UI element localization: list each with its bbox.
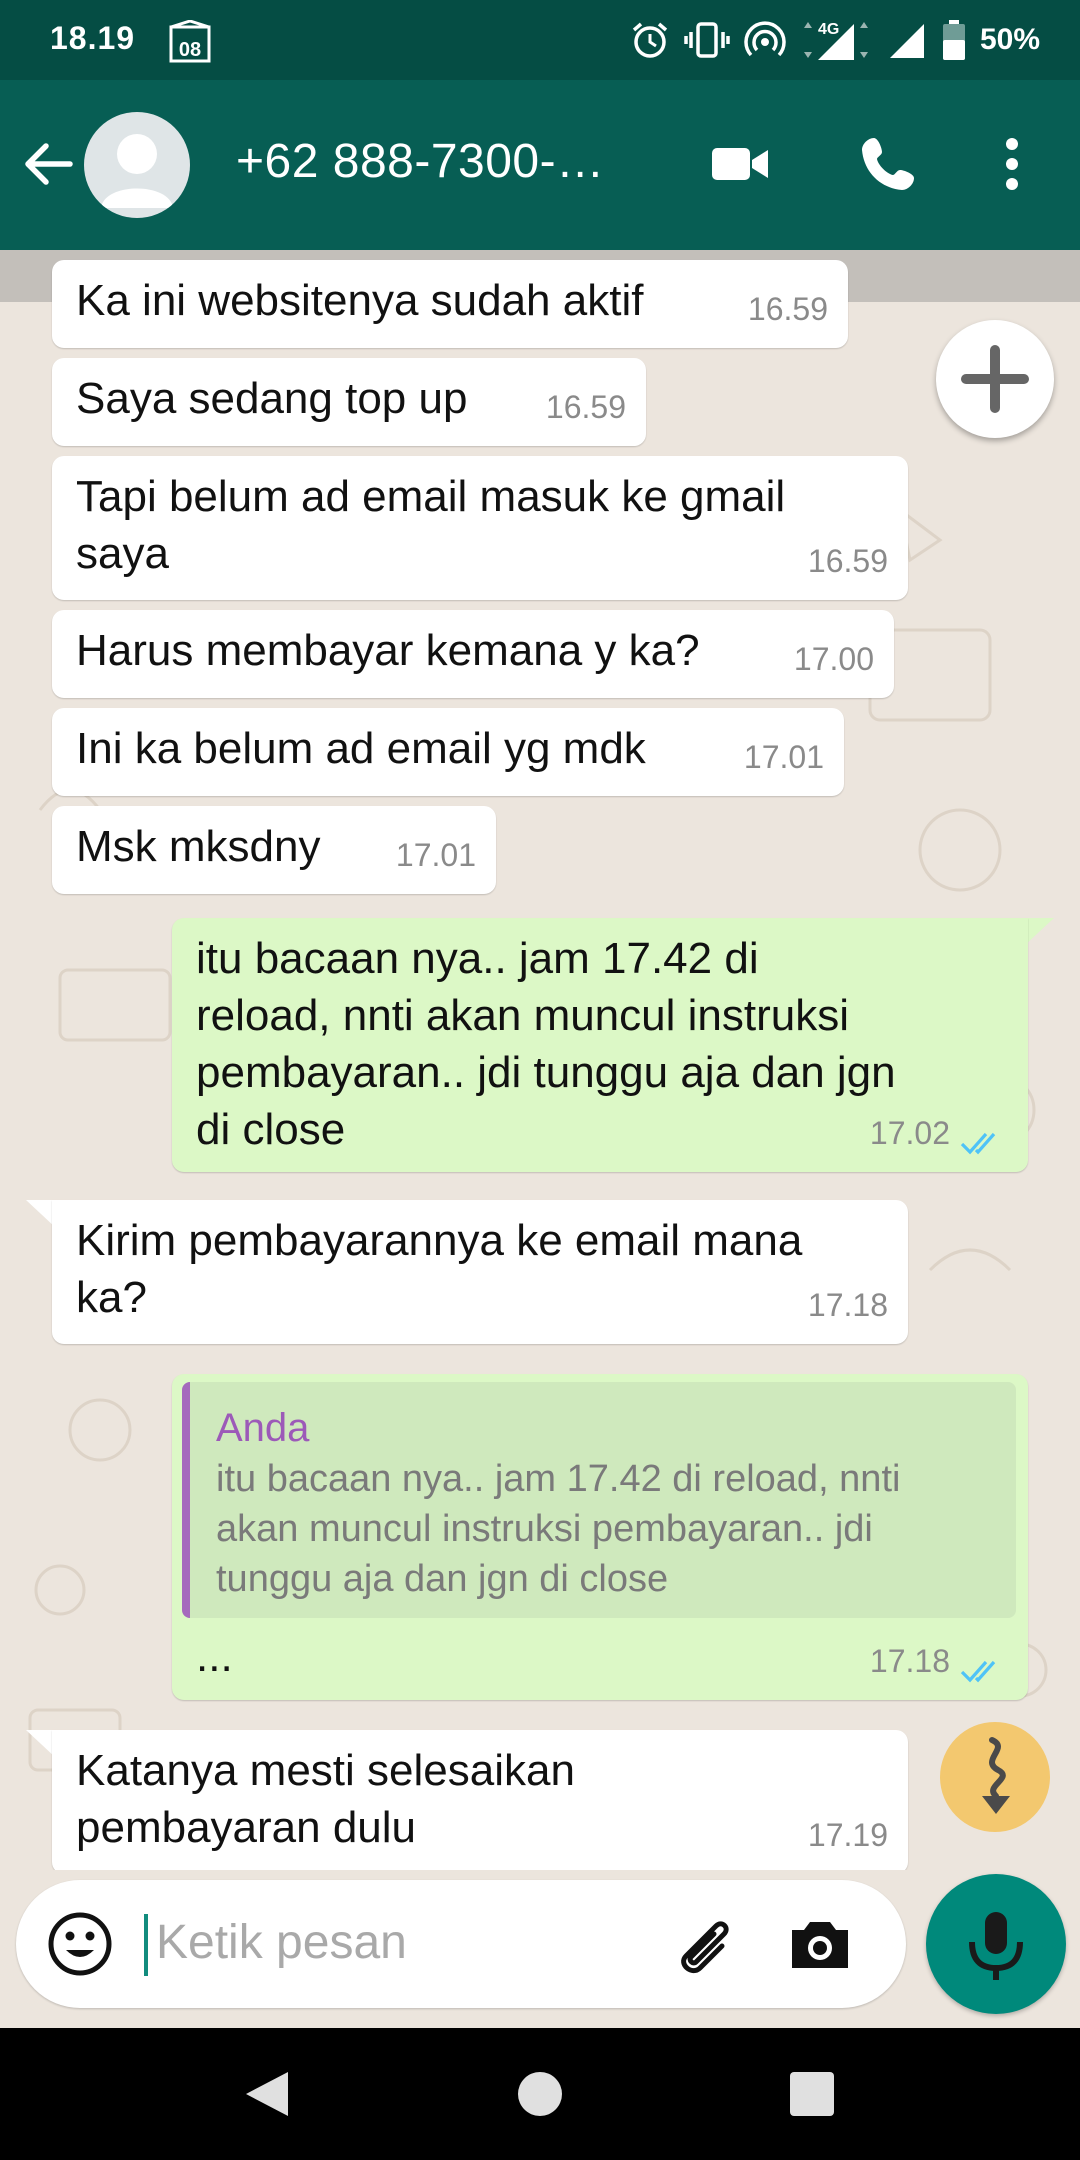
plus-icon: [961, 345, 1029, 413]
quote-bar: [182, 1382, 190, 1618]
message-time: 17.18: [807, 1287, 888, 1323]
voice-call-icon[interactable]: [856, 132, 920, 196]
contact-name[interactable]: +62 888-7300-…: [236, 134, 605, 189]
message-text: itu bacaan nya.. jam 17.42 di reload, nn…: [196, 934, 896, 1154]
contact-avatar[interactable]: [84, 112, 190, 218]
message-incoming[interactable]: Tapi belum ad email masuk ke gmail saya …: [52, 456, 908, 600]
message-text: Ka ini websitenya sudah aktif: [76, 276, 644, 325]
message-time: 17.18: [869, 1643, 950, 1679]
microphone-icon: [969, 1912, 1023, 1980]
paperclip-icon[interactable]: [668, 1906, 744, 1982]
message-text: Msk mksdny: [76, 822, 321, 871]
message-incoming[interactable]: Ka ini websitenya sudah aktif 16.59: [52, 260, 848, 348]
alarm-icon: [632, 22, 668, 58]
status-bar: 18.19 08 4G 50%: [0, 0, 1080, 80]
message-incoming[interactable]: Kirim pembayarannya ke email mana ka? 17…: [52, 1200, 908, 1344]
add-button[interactable]: [936, 320, 1054, 438]
message-incoming[interactable]: Harus membayar kemana y ka? 17.00: [52, 610, 894, 698]
message-time: 17.00: [793, 641, 874, 677]
more-options-icon[interactable]: [980, 132, 1044, 196]
message-time: 17.19: [807, 1817, 888, 1853]
message-text: Tapi belum ad email masuk ke gmail saya: [76, 472, 786, 578]
message-text: Ini ka belum ad email yg mdk: [76, 724, 646, 773]
message-input-bar: [16, 1880, 906, 2008]
calendar-day: 08: [179, 39, 201, 61]
camera-icon[interactable]: [786, 1910, 854, 1978]
quote-author: Anda: [216, 1406, 310, 1450]
message-time: 17.02: [869, 1115, 950, 1151]
message-input[interactable]: [156, 1910, 656, 1974]
message-time: 17.01: [395, 837, 476, 873]
navigation-bar: [0, 2028, 1080, 2160]
message-text: ...: [196, 1632, 233, 1681]
emoji-icon[interactable]: [46, 1910, 114, 1978]
nav-back-icon[interactable]: [238, 2064, 298, 2124]
message-text: Katanya mesti selesaikan pembayaran dulu: [76, 1746, 575, 1852]
battery-icon: [942, 20, 965, 60]
message-outgoing[interactable]: itu bacaan nya.. jam 17.42 di reload, nn…: [172, 918, 1028, 1172]
message-text: Kirim pembayarannya ke email mana ka?: [76, 1216, 803, 1322]
hotspot-icon: [744, 21, 786, 57]
nav-home-icon[interactable]: [510, 2064, 570, 2124]
quote-text: itu bacaan nya.. jam 17.42 di reload, nn…: [216, 1458, 901, 1600]
chat-header: +62 888-7300-…: [0, 80, 1080, 250]
chat-area[interactable]: Ka ini websitenya sudah aktif 16.59 Saya…: [0, 250, 1080, 1870]
status-time: 18.19: [50, 20, 136, 56]
scroll-to-bottom-button[interactable]: [940, 1722, 1050, 1832]
battery-level: 50%: [979, 23, 1040, 56]
scroll-down-icon: [982, 1737, 1010, 1814]
nav-recents-icon[interactable]: [782, 2064, 842, 2124]
message-text: Saya sedang top up: [76, 374, 468, 423]
message-incoming[interactable]: Ini ka belum ad email yg mdk 17.01: [52, 708, 844, 796]
signal-4g-icon: 4G: [803, 21, 868, 60]
voice-message-button[interactable]: [926, 1874, 1066, 2014]
message-time: 16.59: [807, 543, 888, 579]
calendar-icon: 08: [169, 20, 211, 63]
message-text: Harus membayar kemana y ka?: [76, 626, 700, 675]
video-call-icon[interactable]: [708, 132, 772, 196]
message-time: 16.59: [545, 389, 626, 425]
bubble-tail: [1024, 918, 1054, 946]
back-arrow-icon[interactable]: [20, 136, 76, 192]
message-time: 16.59: [747, 291, 828, 327]
message-outgoing-reply[interactable]: Anda itu bacaan nya.. jam 17.42 di reloa…: [172, 1374, 1028, 1700]
network-type: 4G: [818, 21, 839, 38]
quoted-message[interactable]: Anda itu bacaan nya.. jam 17.42 di reloa…: [182, 1382, 1016, 1618]
default-avatar-icon: [101, 134, 173, 208]
read-receipt-icon: [960, 1660, 996, 1683]
vibrate-icon: [684, 22, 730, 58]
message-time: 17.01: [743, 739, 824, 775]
message-incoming[interactable]: Katanya mesti selesaikan pembayaran dulu…: [52, 1730, 908, 1870]
message-incoming[interactable]: Saya sedang top up 16.59: [52, 358, 646, 446]
read-receipt-icon: [960, 1132, 996, 1155]
signal-icon: [889, 24, 924, 58]
text-cursor: [144, 1914, 148, 1976]
message-incoming[interactable]: Msk mksdny 17.01: [52, 806, 496, 894]
